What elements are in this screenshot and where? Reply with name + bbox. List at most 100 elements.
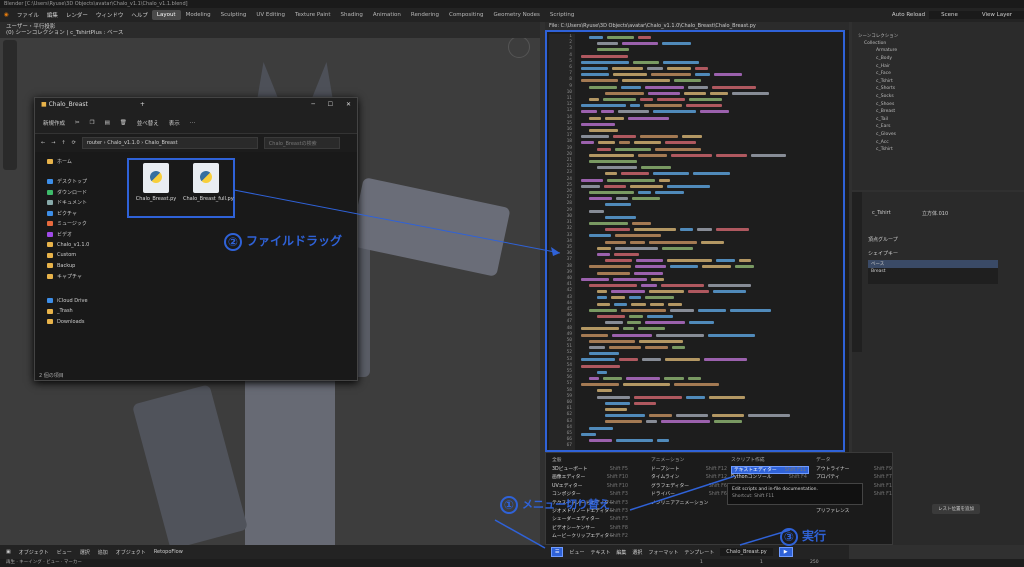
- copy-icon[interactable]: ❐: [90, 120, 95, 126]
- animation-item[interactable]: ノンリニアアニメーション: [651, 500, 729, 508]
- general-item[interactable]: UVエディター Shift F10: [552, 483, 630, 491]
- outliner-row[interactable]: c_Shorts: [852, 85, 1024, 93]
- data-item[interactable]: プロパティ Shift F7: [816, 474, 894, 482]
- menu-text[interactable]: テキスト: [591, 549, 611, 556]
- outliner[interactable]: シーンコレクション Collection Armature c_Body c_Hair c…: [852, 22, 1024, 190]
- file-chalo-breast[interactable]: Chalo_Breast.py: [133, 163, 179, 215]
- text-filename[interactable]: Chalo_Breast.py: [720, 548, 773, 556]
- tab-rendering[interactable]: Rendering: [406, 10, 444, 20]
- vp-menu-object[interactable]: オブジェクト: [116, 549, 146, 556]
- refresh-icon[interactable]: ⟳: [72, 140, 76, 146]
- object-name-field[interactable]: c_Tshirt: [872, 210, 891, 216]
- scripting-item[interactable]: Pythonコンソール Shift F4: [731, 474, 809, 482]
- breadcrumb-breast[interactable]: Chalo_Breast: [145, 140, 178, 146]
- file-chalo-breast-full[interactable]: Chalo_Breast_full.py: [183, 163, 234, 215]
- maximize-icon[interactable]: ☐: [328, 101, 333, 108]
- scripting-item[interactable]: テキストエディター Shift F11: [731, 466, 809, 474]
- menu-window[interactable]: ウィンドウ: [92, 11, 128, 19]
- run-script-button[interactable]: ▶: [778, 547, 793, 557]
- outliner-row[interactable]: c_Gloves: [852, 131, 1024, 139]
- tab-layout[interactable]: Layout: [151, 10, 181, 20]
- nav-item-videos[interactable]: ビデオ: [35, 229, 125, 240]
- new-button[interactable]: 新規作成: [43, 119, 65, 127]
- menu-format[interactable]: フォーマット: [648, 549, 678, 556]
- outliner-row[interactable]: シーンコレクション: [852, 32, 1024, 40]
- menu-help[interactable]: ヘルプ: [127, 11, 152, 19]
- tab-geometry-nodes[interactable]: Geometry Nodes: [488, 10, 544, 20]
- animation-item[interactable]: ドープシート Shift F12: [651, 466, 729, 474]
- timeline-playback[interactable]: 再生: [6, 560, 15, 565]
- tab-shading[interactable]: Shading: [336, 10, 368, 20]
- tab-compositing[interactable]: Compositing: [444, 10, 488, 20]
- add-rest-position-button[interactable]: レスト位置を追加: [932, 504, 980, 514]
- animation-item[interactable]: グラフエディター Shift F6: [651, 483, 729, 491]
- code-area[interactable]: [577, 34, 841, 450]
- nav-item-home[interactable]: ホーム: [35, 156, 125, 167]
- nav-item-music[interactable]: ミュージック: [35, 219, 125, 230]
- auto-reload-label[interactable]: Auto Reload: [888, 12, 929, 18]
- text-editor[interactable]: File: C:\Users\Ryuse\3D Objects\avatar\C…: [545, 22, 849, 452]
- general-item[interactable]: ビデオシーケンサー Shift F8: [552, 525, 630, 533]
- properties-tabs[interactable]: [852, 192, 862, 352]
- new-tab-icon[interactable]: +: [140, 101, 145, 108]
- shape-keys-section[interactable]: シェイプキー: [868, 250, 898, 257]
- outliner-row[interactable]: c_Face: [852, 70, 1024, 78]
- tab-texture-paint[interactable]: Texture Paint: [290, 10, 336, 20]
- menu-render[interactable]: レンダー: [62, 11, 92, 19]
- mesh-name-field[interactable]: 立方体.010: [922, 210, 948, 217]
- menu-file[interactable]: ファイル: [13, 11, 43, 19]
- nav-item-desktop[interactable]: デスクトップ: [35, 177, 125, 188]
- shape-key-breast[interactable]: Breast: [868, 268, 998, 275]
- menu-view[interactable]: ビュー: [569, 549, 584, 556]
- back-icon[interactable]: ←: [41, 140, 45, 146]
- nav-item-capture[interactable]: キャプチャ: [35, 271, 125, 282]
- address-bar[interactable]: router › Chalo_v1.1.0 › Chalo_Breast: [81, 137, 258, 149]
- outliner-row[interactable]: Collection: [852, 40, 1024, 48]
- nav-item-icloud[interactable]: iCloud Drive: [35, 296, 125, 307]
- shape-key-list[interactable]: ベース Breast: [868, 260, 998, 284]
- minimize-icon[interactable]: ─: [311, 101, 315, 108]
- explorer-titlebar[interactable]: ■ Chalo_Breast + ✕ ☐ ─: [35, 98, 357, 112]
- mode-object[interactable]: オブジェクト: [19, 549, 49, 556]
- paste-icon[interactable]: ▤: [105, 120, 110, 126]
- outliner-row[interactable]: c_Hair: [852, 62, 1024, 70]
- outliner-row[interactable]: c_Breast: [852, 108, 1024, 116]
- vp-menu-retopoflow[interactable]: RetopoFlow: [154, 549, 183, 555]
- close-icon[interactable]: ✕: [346, 101, 351, 108]
- view-button[interactable]: 表示: [169, 119, 180, 127]
- vp-menu-select[interactable]: 選択: [80, 549, 90, 556]
- navigation-gizmo[interactable]: [508, 36, 530, 58]
- tab-animation[interactable]: Animation: [368, 10, 406, 20]
- breadcrumb-chalo[interactable]: Chalo_v1.1.0: [107, 140, 139, 146]
- nav-item-downloads[interactable]: ダウンロード: [35, 187, 125, 198]
- timeline-keying[interactable]: キーイング: [19, 560, 42, 565]
- frame-start[interactable]: 1: [760, 559, 763, 567]
- tab-sculpting[interactable]: Sculpting: [216, 10, 252, 20]
- nav-item-trash[interactable]: _Trash: [35, 306, 125, 317]
- outliner-row[interactable]: c_Tshirt: [852, 146, 1024, 154]
- scene-selector[interactable]: Scene: [929, 11, 970, 19]
- menu-templates[interactable]: テンプレート: [684, 549, 714, 556]
- timeline-view[interactable]: ビュー: [46, 560, 60, 565]
- outliner-row[interactable]: Armature: [852, 47, 1024, 55]
- general-item[interactable]: ムービークリップエディター Shift F2: [552, 533, 630, 541]
- general-item[interactable]: 画像エディター Shift F10: [552, 474, 630, 482]
- animation-item[interactable]: ドライバー Shift F6: [651, 491, 729, 499]
- outliner-row[interactable]: c_Acc: [852, 138, 1024, 146]
- vp-menu-add[interactable]: 追加: [98, 549, 108, 556]
- menu-edit[interactable]: 編集: [43, 11, 62, 19]
- vertex-groups-section[interactable]: 頂点グループ: [868, 236, 898, 243]
- tab-scripting[interactable]: Scripting: [545, 10, 579, 20]
- cut-icon[interactable]: ✂: [75, 120, 80, 126]
- animation-item[interactable]: タイムライン Shift F12: [651, 474, 729, 482]
- nav-item-backup[interactable]: Backup: [35, 261, 125, 272]
- data-item[interactable]: アウトライナー Shift F9: [816, 466, 894, 474]
- nav-item-documents[interactable]: ドキュメント: [35, 198, 125, 209]
- up-icon[interactable]: ↑: [61, 140, 65, 146]
- nav-item-downloads2[interactable]: Downloads: [35, 317, 125, 328]
- delete-icon[interactable]: 🗑: [120, 120, 127, 126]
- frame-end[interactable]: 250: [810, 559, 819, 567]
- search-input[interactable]: Chalo_Breastの検索: [263, 137, 340, 149]
- outliner-row[interactable]: c_Socks: [852, 93, 1024, 101]
- vp-menu-view[interactable]: ビュー: [57, 549, 72, 556]
